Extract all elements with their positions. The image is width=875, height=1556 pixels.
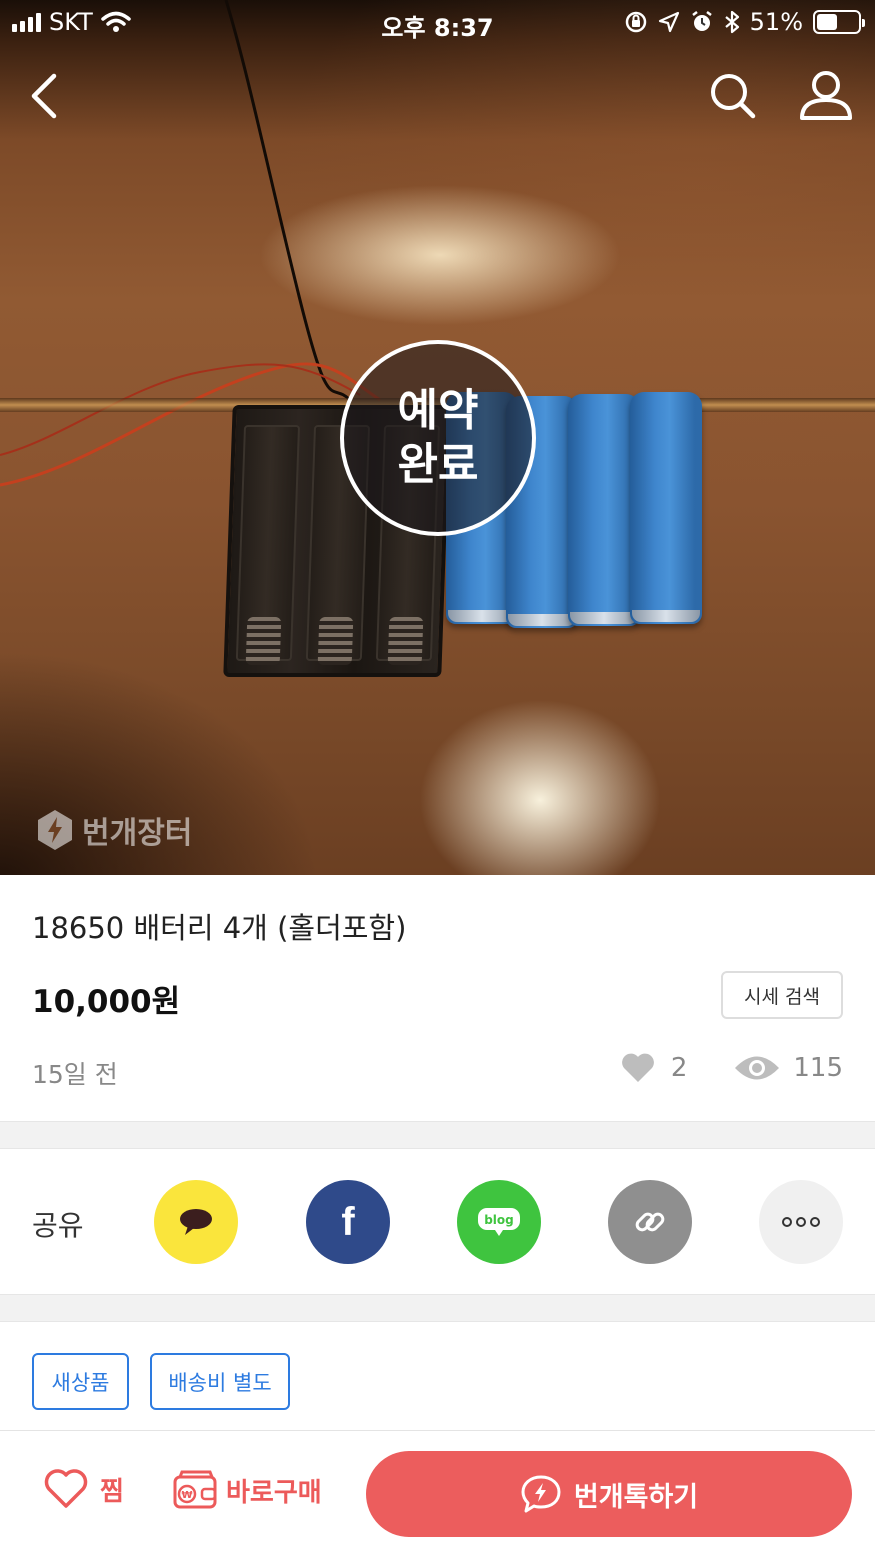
back-chevron-left-icon[interactable] [22,70,70,122]
heart-outline-icon [44,1469,88,1508]
wallet-icon: ₩ [173,1470,217,1509]
section-divider [0,1121,875,1149]
blog-icon: blog [478,1208,520,1236]
battery-icon [813,10,865,34]
market-price-search-button[interactable]: 시세 검색 [721,971,843,1019]
watermark: 번개장터 [36,808,192,852]
speech-bubble-icon [180,1209,212,1235]
product-stats: 2 115 [621,1052,843,1084]
facebook-share-button[interactable]: f [306,1180,390,1264]
status-bar: SKT 오후 8:37 51% [0,0,875,44]
svg-text:₩: ₩ [181,1490,192,1501]
status-line-2: 완료 [397,439,479,490]
like-label: 찜 [100,1476,124,1507]
battery-cell [630,392,702,624]
battery-percent: 51% [749,8,803,36]
buy-now-button[interactable]: ₩ 바로구매 [172,1469,322,1511]
share-label: 공유 [32,1209,84,1242]
search-icon[interactable] [708,70,756,122]
alarm-icon [691,11,712,31]
holder-spring [387,617,424,665]
eye-icon [735,1056,780,1080]
section-divider [0,1294,875,1322]
blog-icon-text: blog [484,1213,514,1227]
like-button[interactable]: 찜 [44,1469,124,1509]
tag-shipping-separate[interactable]: 배송비 별도 [150,1353,290,1410]
product-photo[interactable]: 예약 완료 번개장터 [0,0,875,875]
posted-time: 15일 전 [32,1060,118,1089]
tag-new-item[interactable]: 새상품 [32,1353,129,1410]
link-icon [635,1212,665,1232]
copy-link-share-button[interactable] [608,1180,692,1264]
user-icon[interactable] [798,70,854,122]
bungae-talk-button[interactable]: 번개톡하기 [366,1451,852,1537]
bolt-logo-icon [38,810,72,850]
reservation-status-badge: 예약 완료 [340,340,536,536]
battery-fill [817,14,838,30]
bottom-action-bar: 찜 ₩ 바로구매 번개톡하기 [0,1430,875,1556]
facebook-icon: f [341,1199,355,1244]
product-title: 18650 배터리 4개 (홀더포함) [32,911,407,945]
buy-now-label: 바로구매 [226,1477,322,1508]
watermark-text: 번개장터 [82,816,193,851]
blog-share-button[interactable]: blog [457,1180,541,1264]
status-right: 51% [624,8,865,36]
like-count: 2 [670,1053,688,1083]
view-count: 115 [793,1053,843,1083]
product-price: 10,000원 [32,984,181,1020]
more-share-button[interactable] [759,1180,843,1264]
chat-label: 번개톡하기 [573,1481,699,1513]
orientation-lock-icon [625,11,646,33]
kakaotalk-share-button[interactable] [154,1180,238,1264]
status-line-1: 예약 [397,385,479,436]
more-icon [782,1217,820,1227]
bluetooth-icon [724,10,739,34]
holder-spring [317,617,354,665]
chat-bolt-icon [521,1475,561,1513]
heart-icon [621,1053,654,1082]
location-icon [658,11,679,33]
